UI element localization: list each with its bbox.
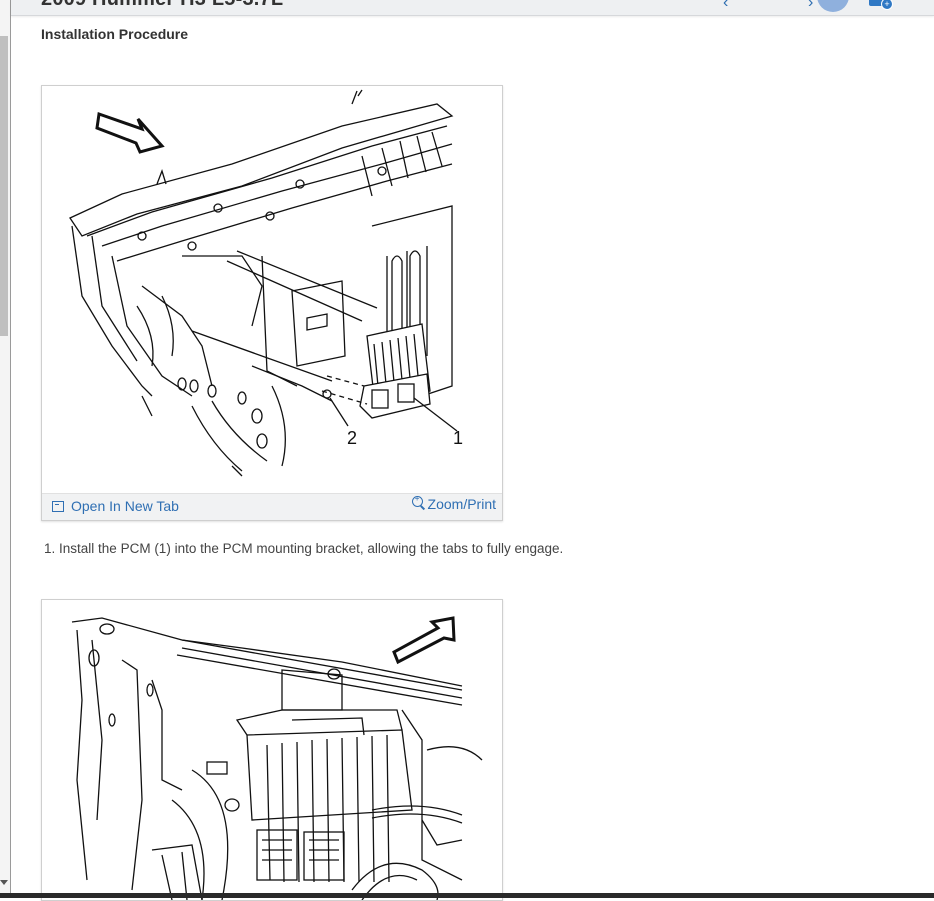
callout-1: 1 [453,428,463,448]
section-heading: Installation Procedure [41,26,189,42]
callout-2: 2 [347,428,357,448]
open-in-new-tab-icon [52,500,64,512]
step-text: Install the PCM (1) into the PCM mountin… [59,541,564,556]
zoom-print-link[interactable]: Zoom/Print [411,494,496,512]
chevron-left-icon[interactable]: ‹ [723,0,728,12]
step-number: 1. [44,541,56,556]
scrollbar-thumb[interactable] [0,36,8,336]
chevron-right-icon[interactable]: › [808,0,813,12]
bottom-edge [0,893,934,898]
figure-pcm-connectors [41,599,503,901]
add-tab-icon[interactable]: + [869,0,893,10]
pcm-install-illustration: 2 1 [69,89,463,477]
step-1: 1. Install the PCM (1) into the PCM moun… [44,541,563,556]
zoom-print-label: Zoom/Print [427,496,496,512]
left-scrollbar[interactable] [0,0,11,898]
pcm-connectors-illustration [71,616,483,900]
open-in-new-tab-label: Open In New Tab [71,498,179,514]
figure-pcm-install: 2 1 Open In New Tab Zoom/Print [41,85,503,521]
document-header: 2009 Hummer H3 L5-3.7L ‹ › + [11,0,934,16]
zoom-in-icon [411,494,423,507]
scroll-down-arrow-icon[interactable] [0,880,8,885]
document-title: 2009 Hummer H3 L5-3.7L [41,0,283,11]
open-in-new-tab-link[interactable]: Open In New Tab [52,498,179,514]
avatar[interactable] [817,0,849,12]
figure-toolbar: Open In New Tab Zoom/Print [42,493,502,520]
